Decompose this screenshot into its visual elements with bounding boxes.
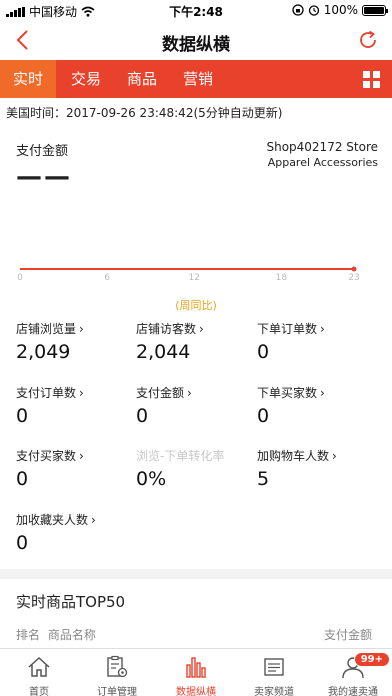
x-tick-label: 12 xyxy=(189,273,200,283)
top50-title: 实时商品TOP50 xyxy=(16,593,126,611)
chevron-right-icon: › xyxy=(332,449,337,463)
metric-item[interactable]: 支付买家数 › 0 xyxy=(16,447,84,490)
bottom-tab-home[interactable]: 首页 xyxy=(0,649,78,696)
metric-label-text: 加收藏夹人数 xyxy=(16,513,89,527)
metric-label-text: 支付金额 xyxy=(136,386,185,400)
grid-menu-icon[interactable] xyxy=(363,71,380,88)
x-tick-label: 23 xyxy=(348,273,359,283)
shop-category: Apparel Accessories xyxy=(267,156,378,169)
bottom-tab-label: 首页 xyxy=(29,687,49,696)
tab-bar: 实时 交易 商品 营销 xyxy=(0,60,392,98)
metric-label-text: 支付买家数 xyxy=(16,449,77,463)
metric-value: 5 xyxy=(257,468,270,490)
x-tick-label: 0 xyxy=(17,273,23,283)
metric-value: 0 xyxy=(136,405,149,427)
metric-label-text: 支付订单数 xyxy=(16,386,77,400)
seller-channel-icon xyxy=(264,658,284,676)
orientation-lock-icon xyxy=(292,4,304,16)
payment-line-chart: 0 6 12 18 23 xyxy=(17,266,360,283)
bottom-tab-data[interactable]: 数据纵横 xyxy=(157,649,235,696)
metric-label: 下单买家数 › xyxy=(257,384,325,401)
tab-product[interactable]: 商品 xyxy=(114,60,170,98)
metric-label: 支付买家数 › xyxy=(16,447,84,464)
status-bar: 中国移动 下午2:48 100% xyxy=(0,0,392,20)
metric-label: 浏览-下单转化率 xyxy=(136,447,224,464)
col-rank: 排名 xyxy=(16,628,41,642)
metric-label: 下单订单数 › xyxy=(257,320,325,337)
chevron-right-icon: › xyxy=(199,322,204,336)
metric-label: 店铺访客数 › xyxy=(136,320,204,337)
chevron-right-icon: › xyxy=(187,386,192,400)
home-icon xyxy=(28,656,50,677)
chevron-right-icon: › xyxy=(320,322,325,336)
chevron-right-icon: › xyxy=(79,449,84,463)
metric-value: 0 xyxy=(16,468,29,490)
battery-icon xyxy=(362,4,388,16)
metric-item[interactable]: 下单订单数 › 0 xyxy=(257,320,325,363)
battery-percent: 100% xyxy=(323,3,358,17)
tab-trade[interactable]: 交易 xyxy=(58,60,114,98)
bottom-tab-bar: 首页 订单管理 数据纵横 卖家频道 99+ 我的速卖通 xyxy=(0,648,392,696)
metric-value: 0 xyxy=(16,532,29,554)
metric-label-text: 店铺访客数 xyxy=(136,322,197,336)
page-title: 数据纵横 xyxy=(162,35,230,55)
bottom-tab-label: 订单管理 xyxy=(97,687,137,696)
chevron-right-icon: › xyxy=(91,513,96,527)
order-icon xyxy=(107,655,128,678)
tab-realtime[interactable]: 实时 xyxy=(0,60,56,98)
bottom-tab-label: 卖家频道 xyxy=(254,687,294,696)
metric-value: 2,049 xyxy=(16,341,71,363)
refresh-icon[interactable] xyxy=(356,28,380,52)
metric-label: 店铺浏览量 › xyxy=(16,320,84,337)
metric-item[interactable]: 加收藏夹人数 › 0 xyxy=(16,511,96,554)
metric-value: 0 xyxy=(257,341,270,363)
metric-label: 支付订单数 › xyxy=(16,384,84,401)
metric-label: 加收藏夹人数 › xyxy=(16,511,96,528)
col-product-name: 商品名称 xyxy=(47,628,96,642)
bottom-tab-orders[interactable]: 订单管理 xyxy=(78,649,156,696)
alarm-icon xyxy=(308,5,319,16)
chevron-right-icon: › xyxy=(79,386,84,400)
metric-value: 0% xyxy=(136,468,167,490)
metric-item[interactable]: 加购物车人数 › 5 xyxy=(257,447,337,490)
metric-label-text: 加购物车人数 xyxy=(257,449,330,463)
metric-item[interactable]: 店铺浏览量 › 2,049 xyxy=(16,320,84,363)
metric-item[interactable]: 下单买家数 › 0 xyxy=(257,384,325,427)
update-time-text: 美国时间：2017-09-26 23:48:42(5分钟自动更新) xyxy=(6,106,283,120)
payment-label: 支付金额 xyxy=(16,144,69,159)
metric-item[interactable]: 支付订单数 › 0 xyxy=(16,384,84,427)
bottom-tab-seller[interactable]: 卖家频道 xyxy=(235,649,313,696)
bottom-tab-label: 我的速卖通 xyxy=(328,687,378,696)
payment-value: —— xyxy=(16,162,72,192)
chevron-right-icon: › xyxy=(320,386,325,400)
data-chart-icon xyxy=(186,657,206,678)
bottom-tab-label: 数据纵横 xyxy=(176,687,216,696)
metric-label: 支付金额 › xyxy=(136,384,192,401)
metric-item[interactable]: 支付金额 › 0 xyxy=(136,384,192,427)
metric-value: 0 xyxy=(257,405,270,427)
metric-label-text: 下单订单数 xyxy=(257,322,318,336)
metric-label-text: 下单买家数 xyxy=(257,386,318,400)
metric-item: 浏览-下单转化率 0% xyxy=(136,447,224,490)
tab-marketing[interactable]: 营销 xyxy=(170,60,226,98)
notification-badge: 99+ xyxy=(353,652,390,667)
week-compare-label: (周同比) xyxy=(175,299,217,312)
data-point xyxy=(351,266,357,272)
metric-value: 0 xyxy=(16,405,29,427)
section-divider xyxy=(0,569,392,579)
x-tick-label: 18 xyxy=(276,273,288,283)
metric-label-text: 浏览-下单转化率 xyxy=(136,449,225,463)
shop-name: Shop402172 Store xyxy=(266,140,378,154)
metric-label: 加购物车人数 › xyxy=(257,447,337,464)
metric-item[interactable]: 店铺访客数 › 2,044 xyxy=(136,320,204,363)
bottom-tab-profile[interactable]: 99+ 我的速卖通 xyxy=(314,649,392,696)
chevron-right-icon: › xyxy=(79,322,84,336)
col-payment[interactable]: 支付金额 xyxy=(324,626,372,643)
top50-header: 排名 商品名称 xyxy=(16,626,96,643)
nav-bar: 数据纵横 xyxy=(0,20,392,60)
metric-label-text: 店铺浏览量 xyxy=(16,322,77,336)
x-tick-label: 6 xyxy=(104,273,110,283)
metric-value: 2,044 xyxy=(136,341,191,363)
